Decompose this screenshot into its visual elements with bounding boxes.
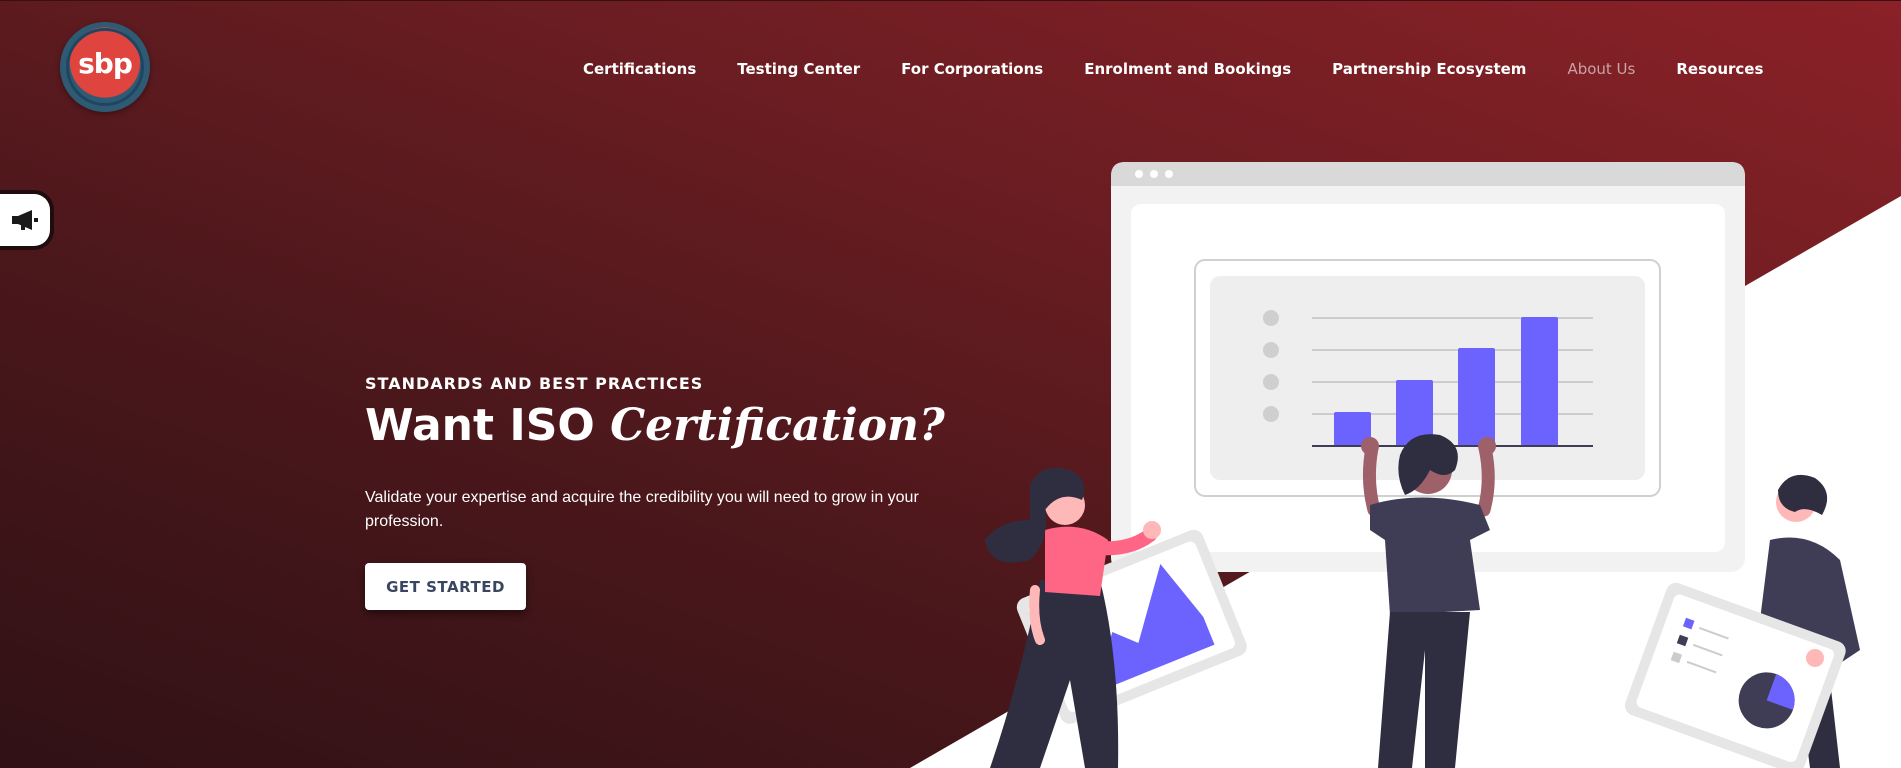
- hero-page: sbp Certifications Testing Center For Co…: [0, 0, 1901, 768]
- hero-illustration: [985, 162, 1860, 768]
